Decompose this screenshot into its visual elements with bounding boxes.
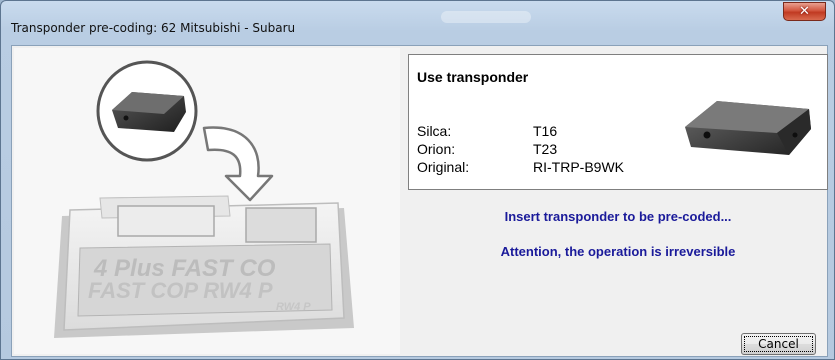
spec-label: Original: [417,159,470,175]
svg-text:RW4 P: RW4 P [276,301,311,313]
programmer-illustration: 4 Plus FAST CO FAST COP RW4 P RW4 P [14,48,400,354]
transponder-chip-photo [685,101,811,155]
programmer-device: 4 Plus FAST CO FAST COP RW4 P RW4 P [54,195,354,338]
dialog-client-area: 4 Plus FAST CO FAST COP RW4 P RW4 P Use … [11,45,828,357]
spec-value: T16 [533,123,558,139]
dialog-window: Transponder pre-coding: 62 Mitsubishi - … [0,0,835,360]
spec-row-original: Original: RI-TRP-B9WK [417,159,624,175]
transponder-info-panel: Use transponder Silca: T16 Orion: T23 Or… [408,54,828,190]
spec-value: RI-TRP-B9WK [533,159,624,175]
background-window-ghost [441,11,531,23]
title-bar[interactable]: Transponder pre-coding: 62 Mitsubishi - … [1,1,834,41]
spec-label: Orion: [417,141,456,157]
close-button[interactable]: ✕ [783,2,826,21]
spec-value: T23 [533,141,558,157]
spec-row-silca: Silca: T16 [417,123,557,139]
info-heading: Use transponder [417,69,529,85]
svg-text:FAST COP RW4 P: FAST COP RW4 P [88,278,273,303]
cancel-button[interactable]: Cancel [741,333,816,355]
window-title: Transponder pre-coding: 62 Mitsubishi - … [11,21,296,35]
spec-row-orion: Orion: T23 [417,141,557,157]
insert-transponder-message: Insert transponder to be pre-coded... [504,209,732,224]
close-icon: ✕ [799,4,810,19]
spec-label: Silca: [417,123,452,139]
irreversible-warning-message: Attention, the operation is irreversible [500,244,736,259]
